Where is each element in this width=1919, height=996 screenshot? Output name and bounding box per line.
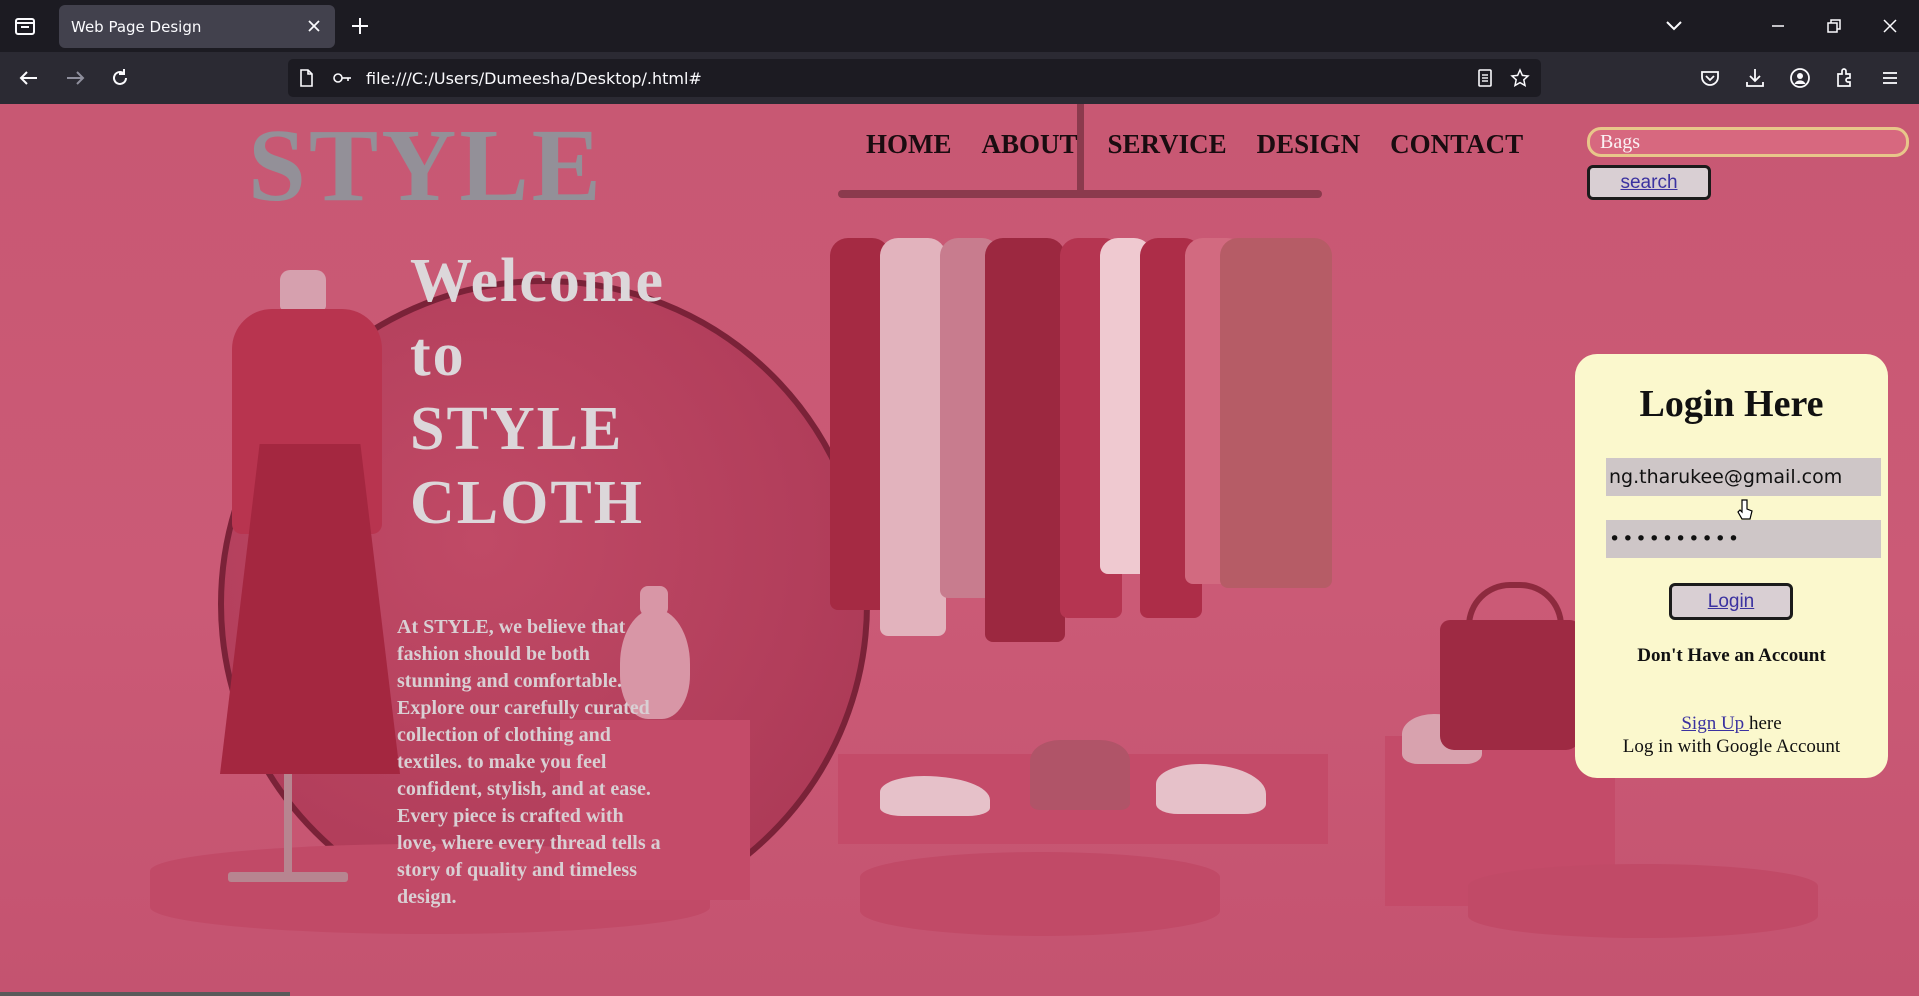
- login-card: Login Here Login Don't Have an Account S…: [1575, 354, 1888, 778]
- hanging-garment: [1220, 238, 1332, 588]
- plus-icon[interactable]: [349, 15, 371, 37]
- minimize-icon[interactable]: [1766, 14, 1790, 38]
- browser-toolbar: file:///C:/Users/Dumeesha/Desktop/.html#: [0, 52, 1919, 104]
- browser-tab[interactable]: Web Page Design: [59, 5, 335, 48]
- horizontal-scrollbar[interactable]: [0, 992, 290, 996]
- handbag: [1440, 620, 1580, 750]
- chevron-down-icon[interactable]: [1662, 14, 1686, 38]
- hanging-garment: [880, 238, 946, 636]
- reload-icon[interactable]: [108, 66, 132, 90]
- web-page: STYLE HOME ABOUT SERVICE DESIGN CONTACT …: [0, 104, 1919, 996]
- about-paragraph: At STYLE, we believe that fashion should…: [397, 616, 661, 908]
- close-icon[interactable]: [305, 17, 323, 35]
- nav-design[interactable]: DESIGN: [1257, 131, 1361, 158]
- key-icon[interactable]: [332, 68, 352, 88]
- nav-home[interactable]: HOME: [866, 131, 952, 158]
- window-close-icon[interactable]: [1878, 14, 1902, 38]
- boot: [1030, 740, 1130, 810]
- hanging-garment: [985, 238, 1065, 642]
- mannequin: [280, 270, 326, 310]
- address-bar[interactable]: file:///C:/Users/Dumeesha/Desktop/.html#: [288, 59, 1541, 97]
- mannequin-base: [228, 872, 348, 882]
- tab-title: Web Page Design: [71, 18, 202, 36]
- nav-about[interactable]: ABOUT: [982, 131, 1078, 158]
- site-logo[interactable]: STYLE: [248, 114, 604, 218]
- signup-link[interactable]: Sign Up: [1681, 713, 1749, 734]
- email-field[interactable]: [1606, 458, 1881, 496]
- mouse-cursor-icon: [1736, 497, 1754, 523]
- nav-contact[interactable]: CONTACT: [1390, 131, 1523, 158]
- menu-icon[interactable]: [1878, 66, 1902, 90]
- search-input[interactable]: [1587, 127, 1909, 157]
- welcome-heading: Welcome to STYLE CLOTH: [410, 244, 665, 540]
- podium: [1468, 864, 1818, 938]
- welcome-line: Welcome: [410, 247, 666, 315]
- welcome-line: STYLE: [410, 395, 624, 463]
- forward-arrow-icon[interactable]: [63, 66, 87, 90]
- mannequin-stand: [284, 774, 292, 874]
- password-field[interactable]: [1606, 520, 1881, 558]
- page-icon: [296, 68, 316, 88]
- google-login-text[interactable]: Log in with Google Account: [1575, 736, 1888, 758]
- main-nav: HOME ABOUT SERVICE DESIGN CONTACT: [866, 131, 1523, 158]
- podium: [860, 852, 1220, 936]
- nav-service[interactable]: SERVICE: [1108, 131, 1227, 158]
- login-button[interactable]: Login: [1669, 583, 1793, 620]
- account-icon[interactable]: [1788, 66, 1812, 90]
- clothing-rack: [838, 190, 1322, 198]
- back-arrow-icon[interactable]: [17, 66, 41, 90]
- tab-list-icon[interactable]: [12, 14, 38, 38]
- welcome-line: CLOTH: [410, 469, 644, 537]
- no-account-text: Don't Have an Account: [1637, 645, 1826, 666]
- signup-suffix: here: [1748, 713, 1782, 734]
- signup-line: Sign Up here: [1575, 713, 1888, 735]
- welcome-line: to: [410, 321, 466, 389]
- url-text: file:///C:/Users/Dumeesha/Desktop/.html#: [366, 69, 702, 88]
- browser-tab-bar: Web Page Design: [0, 0, 1919, 52]
- reader-view-icon[interactable]: [1475, 68, 1495, 88]
- login-title: Login Here: [1639, 383, 1824, 425]
- extensions-icon[interactable]: [1833, 66, 1857, 90]
- pocket-icon[interactable]: [1698, 66, 1722, 90]
- search-button[interactable]: search: [1587, 165, 1711, 200]
- restore-icon[interactable]: [1822, 14, 1846, 38]
- download-icon[interactable]: [1743, 66, 1767, 90]
- star-icon[interactable]: [1510, 68, 1530, 88]
